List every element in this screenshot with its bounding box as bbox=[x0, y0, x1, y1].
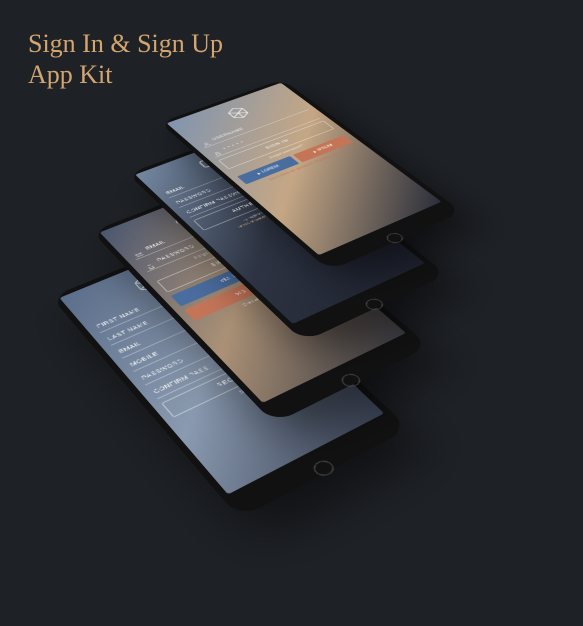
lock-icon bbox=[210, 149, 221, 155]
email-label: EMAIL bbox=[145, 240, 168, 251]
email-label: EMAIL bbox=[165, 185, 186, 195]
phone-scene: FIRST NAME LAST NAME EMAIL MOBILE PASSWO… bbox=[50, 80, 550, 600]
password-value: • • • • • bbox=[222, 140, 245, 150]
lock-icon bbox=[142, 261, 155, 269]
mail-icon bbox=[131, 249, 143, 257]
email-label: EMAIL bbox=[118, 341, 143, 355]
user-icon bbox=[199, 140, 210, 146]
play-icon bbox=[257, 172, 261, 175]
title-line-1: Sign In & Sign Up bbox=[28, 28, 223, 59]
logo-icon bbox=[221, 104, 255, 122]
play-icon bbox=[313, 151, 317, 154]
